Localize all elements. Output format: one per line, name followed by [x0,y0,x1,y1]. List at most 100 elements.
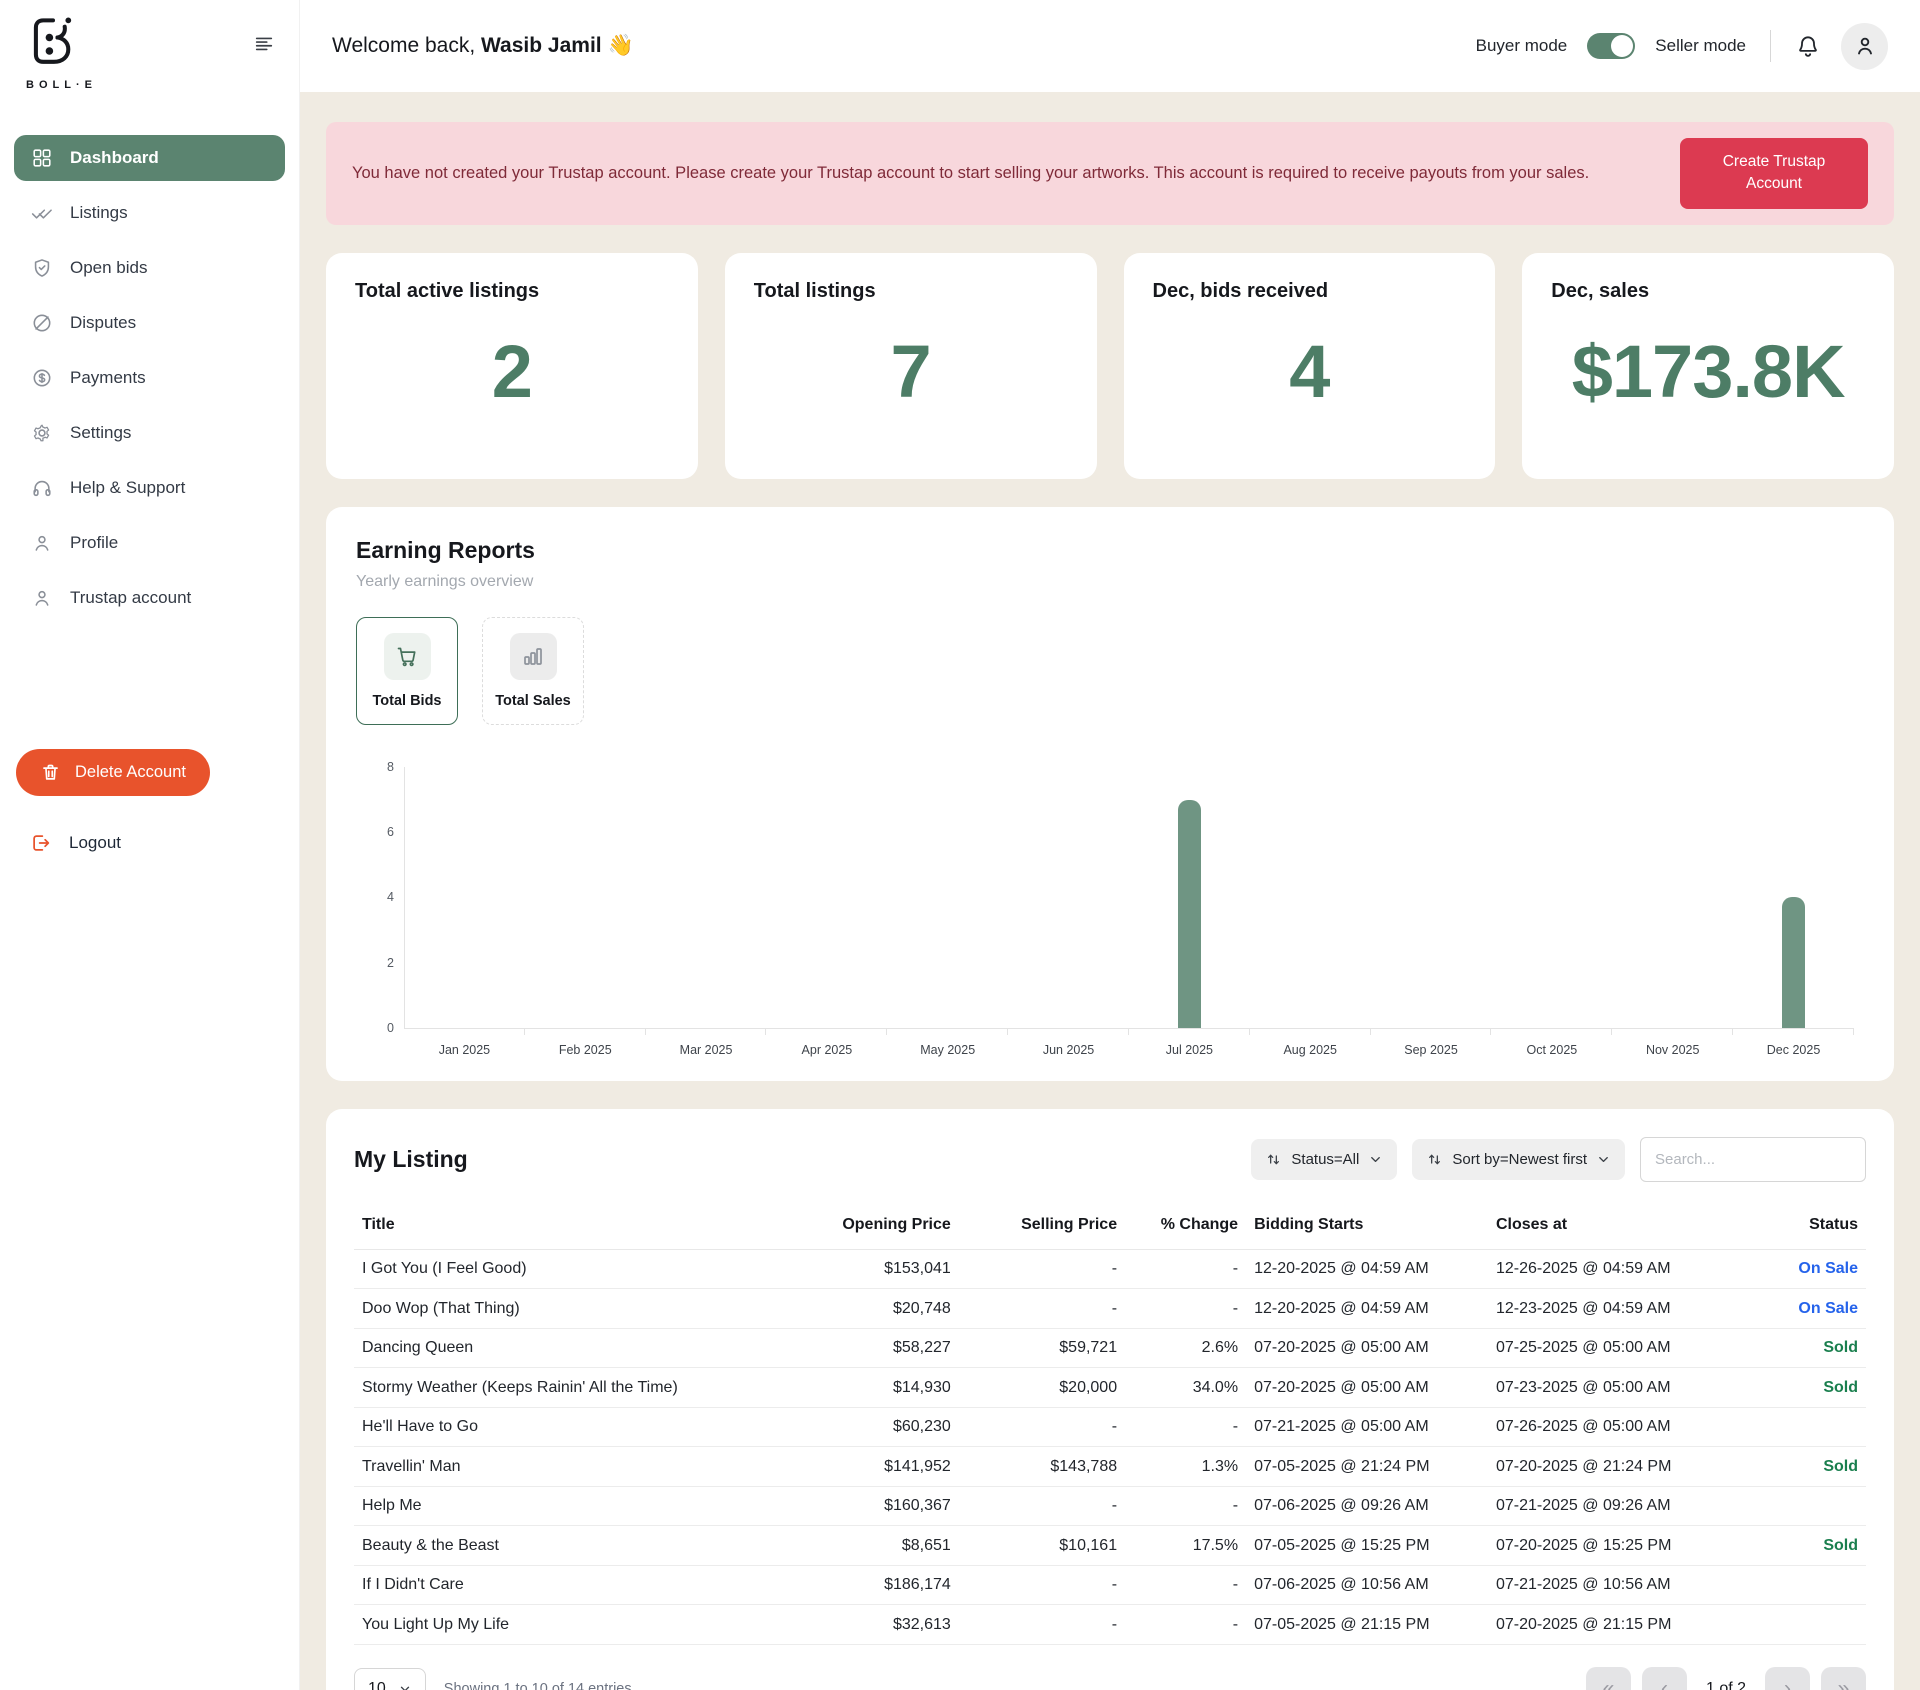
selling-price-cell: $10,161 [959,1526,1125,1566]
sidebar: BOLL·E Dashboard Listings Open bids Dispute… [0,0,300,1690]
chevron-down-icon [1596,1152,1611,1167]
delete-account-button[interactable]: Delete Account [16,749,210,796]
title-cell: Travellin' Man [354,1447,792,1487]
sidebar-item-settings[interactable]: Settings [14,410,285,456]
chart-bar [1782,897,1805,1028]
welcome-message: Welcome back, Wasib Jamil 👋 [332,34,634,58]
x-axis-tick [887,1029,1008,1035]
stat-title: Dec, sales [1551,280,1865,303]
my-listing-card: My Listing Status=All Sort by=Newest fir… [326,1109,1894,1690]
chart-bar-cell [1250,767,1371,1028]
slash-circle-icon [31,312,53,334]
table-row[interactable]: I Got You (I Feel Good)$153,041--12-20-2… [354,1249,1866,1289]
percent-change-cell: - [1125,1407,1246,1447]
selling-price-cell: $20,000 [959,1368,1125,1408]
page-size-select[interactable]: 10 [354,1668,426,1690]
sidebar-item-disputes[interactable]: Disputes [14,300,285,346]
logout-label: Logout [69,833,121,853]
sort-arrows-icon [1426,1151,1443,1168]
prev-page-button[interactable]: ‹ [1642,1667,1687,1690]
column-header: Bidding Starts [1246,1208,1488,1250]
sidebar-item-profile[interactable]: Profile [14,520,285,566]
bidding-starts-cell: 07-06-2025 @ 10:56 AM [1246,1565,1488,1605]
bidding-starts-cell: 07-05-2025 @ 21:15 PM [1246,1605,1488,1645]
brand-name: BOLL·E [26,79,299,91]
chevron-down-icon [1368,1152,1383,1167]
y-axis-tick-label: 0 [387,1021,394,1035]
opening-price-cell: $32,613 [792,1605,958,1645]
table-footer: 10 Showing 1 to 10 of 14 entries « ‹ 1 o… [326,1645,1894,1690]
table-row[interactable]: He'll Have to Go$60,230--07-21-2025 @ 05… [354,1407,1866,1447]
grid-icon [31,147,53,169]
sort-arrows-icon [1265,1151,1282,1168]
table-row[interactable]: Stormy Weather (Keeps Rainin' All the Ti… [354,1368,1866,1408]
x-axis-label: Oct 2025 [1491,1043,1612,1057]
sidebar-item-listings[interactable]: Listings [14,190,285,236]
opening-price-cell: $20,748 [792,1289,958,1329]
last-page-button[interactable]: » [1821,1667,1866,1690]
tab-total-sales[interactable]: Total Sales [482,617,584,725]
table-row[interactable]: You Light Up My Life$32,613--07-05-2025 … [354,1605,1866,1645]
x-axis-label: Aug 2025 [1250,1043,1371,1057]
sidebar-item-label: Dashboard [70,148,159,168]
table-row[interactable]: Travellin' Man$141,952$143,7881.3%07-05-… [354,1447,1866,1487]
y-axis-tick-label: 8 [387,760,394,774]
column-header: Opening Price [792,1208,958,1250]
topbar-actions: Buyer mode Seller mode [1476,23,1888,70]
sidebar-bottom: Delete Account Logout [0,749,299,854]
opening-price-cell: $58,227 [792,1328,958,1368]
tab-icon-box [384,633,431,680]
sidebar-item-help-support[interactable]: Help & Support [14,465,285,511]
x-axis-label: Nov 2025 [1612,1043,1733,1057]
column-header: Closes at [1488,1208,1753,1250]
sidebar-item-payments[interactable]: Payments [14,355,285,401]
table-row[interactable]: Help Me$160,367--07-06-2025 @ 09:26 AM07… [354,1486,1866,1526]
bidding-starts-cell: 12-20-2025 @ 04:59 AM [1246,1249,1488,1289]
sidebar-item-dashboard[interactable]: Dashboard [14,135,285,181]
x-axis-label: Sep 2025 [1371,1043,1492,1057]
first-page-button[interactable]: « [1586,1667,1631,1690]
sort-filter-label: Sort by=Newest first [1452,1151,1587,1168]
chart-bar [1178,800,1201,1028]
table-row[interactable]: Doo Wop (That Thing)$20,748--12-20-2025 … [354,1289,1866,1329]
stat-value: $173.8K [1551,329,1865,414]
status-filter-dropdown[interactable]: Status=All [1251,1139,1397,1180]
table-row[interactable]: Dancing Queen$58,227$59,7212.6%07-20-202… [354,1328,1866,1368]
title-cell: Doo Wop (That Thing) [354,1289,792,1329]
user-icon [31,587,53,609]
tab-total-bids[interactable]: Total Bids [356,617,458,725]
closes-at-cell: 07-20-2025 @ 21:24 PM [1488,1447,1753,1487]
title-cell: He'll Have to Go [354,1407,792,1447]
sidebar-collapse-icon[interactable] [253,32,275,54]
listing-title: My Listing [354,1146,1236,1173]
x-axis-label: Jul 2025 [1129,1043,1250,1057]
search-input[interactable] [1640,1137,1866,1182]
notifications-bell-icon[interactable] [1795,33,1821,59]
avatar[interactable] [1841,23,1888,70]
table-row[interactable]: If I Didn't Care$186,174--07-06-2025 @ 1… [354,1565,1866,1605]
chart-bar-cell [1733,767,1854,1028]
create-trustap-account-button[interactable]: Create Trustap Account [1680,138,1868,209]
mode-toggle[interactable] [1587,33,1635,59]
logout-button[interactable]: Logout [30,832,283,854]
wave-emoji: 👋 [607,34,633,57]
column-header: Title [354,1208,792,1250]
sidebar-item-trustap-account[interactable]: Trustap account [14,575,285,621]
sort-filter-dropdown[interactable]: Sort by=Newest first [1412,1139,1625,1180]
next-page-button[interactable]: › [1765,1667,1810,1690]
x-axis-label: Apr 2025 [766,1043,887,1057]
status-badge: Sold [1753,1526,1866,1566]
stat-value: 4 [1153,329,1467,414]
percent-change-cell: 2.6% [1125,1328,1246,1368]
sidebar-item-open-bids[interactable]: Open bids [14,245,285,291]
sidebar-item-label: Listings [70,203,128,223]
title-cell: Help Me [354,1486,792,1526]
selling-price-cell: - [959,1407,1125,1447]
listing-table-wrap: TitleOpening PriceSelling Price% ChangeB… [326,1208,1894,1645]
column-header: % Change [1125,1208,1246,1250]
trustap-alert-banner: You have not created your Trustap accoun… [326,122,1894,225]
sidebar-item-label: Disputes [70,313,136,333]
headphones-icon [31,477,53,499]
selling-price-cell: - [959,1605,1125,1645]
table-row[interactable]: Beauty & the Beast$8,651$10,16117.5%07-0… [354,1526,1866,1566]
